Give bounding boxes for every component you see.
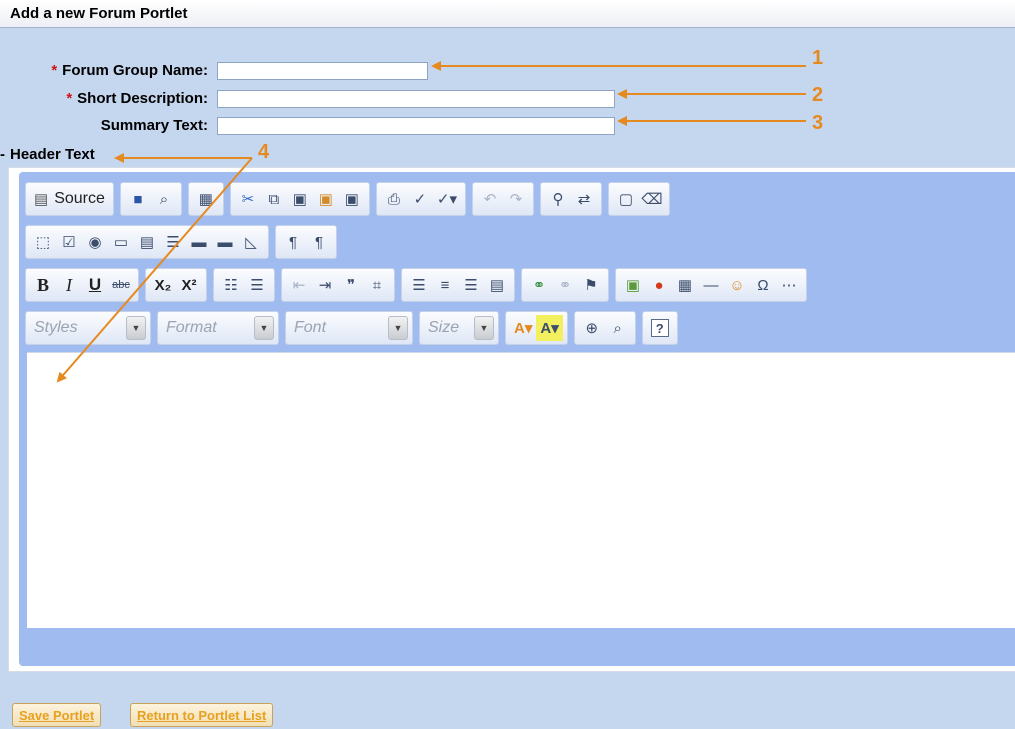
strike-button[interactable]: abc	[108, 272, 134, 298]
styles-dropdown[interactable]: Styles ▼	[25, 311, 151, 345]
toolbar-row-4: Styles ▼ Format ▼ Font ▼ Size ▼ A▾ A▾ ⊕ ⌕ ?	[25, 311, 684, 345]
summary-input[interactable]	[217, 117, 615, 135]
chevron-down-icon: ▼	[388, 316, 408, 340]
blockquote-icon[interactable]: ❞	[338, 272, 364, 298]
required-mark: *	[66, 90, 73, 107]
toolbar-row-3: B I U abc X₂ X² ☷ ☰ ⇤ ⇥ ❞ ⌗ ☰ ≡ ☰ ▤ ⚭ ⚭ …	[25, 268, 813, 302]
underline-button[interactable]: U	[82, 272, 108, 298]
subscript-button[interactable]: X₂	[150, 272, 176, 298]
align-center-icon[interactable]: ≡	[432, 272, 458, 298]
short-desc-input[interactable]	[217, 90, 615, 108]
justify-icon[interactable]: ▤	[484, 272, 510, 298]
toolbar-row-2: ⬚ ☑ ◉ ▭ ▤ ☰ ▬ ▬ ◺ ¶ ¶	[25, 225, 343, 259]
bold-button[interactable]: B	[30, 272, 56, 298]
smiley-icon[interactable]: ☺	[724, 272, 750, 298]
source-button[interactable]: ▤ Source	[30, 186, 109, 212]
find-icon[interactable]: ⚲	[545, 186, 571, 212]
flash-icon[interactable]: ●	[646, 272, 672, 298]
save-portlet-button[interactable]: Save Portlet	[12, 703, 102, 727]
help-icon[interactable]: ?	[647, 315, 673, 341]
toolbar-row-1: ▤Source ■ ⌕ ▦ ✂ ⧉ ▣ ▣ ▣ ⎙ ✓ ✓▾ ↶ ↷ ⚲ ⇄	[25, 182, 676, 216]
paste-text-icon[interactable]: ▣	[313, 186, 339, 212]
textfield-icon[interactable]: ▭	[108, 229, 134, 255]
show-blocks-icon[interactable]: ⌕	[605, 315, 631, 341]
textarea-icon[interactable]: ▤	[134, 229, 160, 255]
align-left-icon[interactable]: ☰	[406, 272, 432, 298]
special-char-icon[interactable]: Ω	[750, 272, 776, 298]
spellcheck-as-you-type-icon[interactable]: ✓▾	[433, 186, 461, 212]
editor-content-area[interactable]	[27, 352, 1015, 628]
radio-icon[interactable]: ◉	[82, 229, 108, 255]
preview-icon[interactable]: ⌕	[151, 186, 177, 212]
replace-icon[interactable]: ⇄	[571, 186, 597, 212]
font-dropdown[interactable]: Font ▼	[285, 311, 413, 345]
size-dropdown[interactable]: Size ▼	[419, 311, 499, 345]
indent-icon[interactable]: ⇥	[312, 272, 338, 298]
chevron-down-icon: ▼	[126, 316, 146, 340]
print-icon[interactable]: ⎙	[381, 186, 407, 212]
format-dropdown[interactable]: Format ▼	[157, 311, 279, 345]
templates-icon[interactable]: ▦	[193, 186, 219, 212]
bg-color-icon[interactable]: A▾	[536, 315, 563, 341]
source-group: ▤ Source	[25, 182, 114, 216]
redo-icon[interactable]: ↷	[503, 186, 529, 212]
save-icon[interactable]: ■	[125, 186, 151, 212]
callout-number-2: 2	[812, 84, 823, 106]
group-name-label: * Forum Group Name:	[51, 62, 208, 79]
numbered-list-icon[interactable]: ☷	[218, 272, 244, 298]
undo-icon[interactable]: ↶	[477, 186, 503, 212]
div-container-icon[interactable]: ⌗	[364, 272, 390, 298]
return-to-list-button[interactable]: Return to Portlet List	[130, 703, 274, 727]
header-text-label: - Header Text	[0, 146, 95, 163]
chevron-down-icon: ▼	[474, 316, 494, 340]
link-icon[interactable]: ⚭	[526, 272, 552, 298]
spellcheck-icon[interactable]: ✓	[407, 186, 433, 212]
form-icon[interactable]: ⬚	[30, 229, 56, 255]
image-button-icon[interactable]: ▬	[212, 229, 238, 255]
cut-icon[interactable]: ✂	[235, 186, 261, 212]
select-all-icon[interactable]: ▢	[613, 186, 639, 212]
chevron-down-icon: ▼	[254, 316, 274, 340]
select-icon[interactable]: ☰	[160, 229, 186, 255]
maximize-icon[interactable]: ⊕	[579, 315, 605, 341]
page-break-icon[interactable]: ⋯	[776, 272, 802, 298]
unlink-icon[interactable]: ⚭	[552, 272, 578, 298]
align-right-icon[interactable]: ☰	[458, 272, 484, 298]
horizontal-rule-icon[interactable]: —	[698, 272, 724, 298]
summary-label: Summary Text:	[100, 117, 208, 134]
paste-icon[interactable]: ▣	[287, 186, 313, 212]
short-desc-label: * Short Description:	[66, 90, 208, 107]
text-color-icon[interactable]: A▾	[510, 315, 536, 341]
page-title: Add a new Forum Portlet	[0, 0, 1015, 28]
paste-word-icon[interactable]: ▣	[339, 186, 365, 212]
superscript-button[interactable]: X²	[176, 272, 202, 298]
button-icon[interactable]: ▬	[186, 229, 212, 255]
outdent-icon[interactable]: ⇤	[286, 272, 312, 298]
remove-format-icon[interactable]: ⌫	[639, 186, 665, 212]
callout-number-4: 4	[258, 141, 270, 163]
callout-number-3: 3	[812, 112, 823, 134]
group-name-input[interactable]	[217, 62, 428, 80]
rtl-icon[interactable]: ¶	[306, 229, 332, 255]
callout-number-1: 1	[812, 47, 823, 69]
document-icon: ▤	[34, 191, 49, 208]
required-mark: *	[51, 62, 58, 79]
image-icon[interactable]: ▣	[620, 272, 646, 298]
italic-button[interactable]: I	[56, 272, 82, 298]
anchor-icon[interactable]: ⚑	[578, 272, 604, 298]
table-icon[interactable]: ▦	[672, 272, 698, 298]
bulleted-list-icon[interactable]: ☰	[244, 272, 270, 298]
ltr-icon[interactable]: ¶	[280, 229, 306, 255]
copy-icon[interactable]: ⧉	[261, 186, 287, 212]
hidden-field-icon[interactable]: ◺	[238, 229, 264, 255]
checkbox-icon[interactable]: ☑	[56, 229, 82, 255]
